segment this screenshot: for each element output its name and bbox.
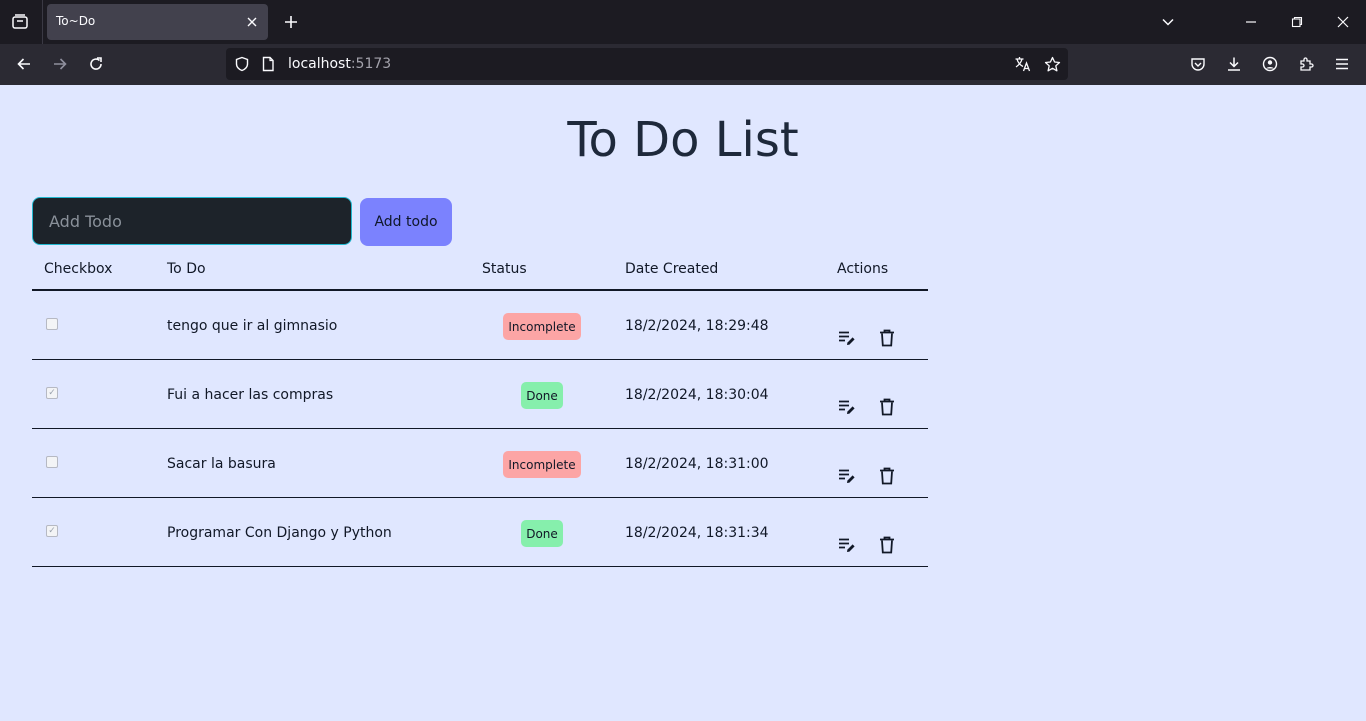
status-badge: Incomplete [503, 451, 581, 478]
table-row: tengo que ir al gimnasio Incomplete 18/2… [32, 291, 928, 360]
checkmark-icon: ✓ [48, 387, 56, 398]
page-info-icon[interactable] [258, 54, 278, 74]
edit-icon[interactable] [836, 465, 858, 487]
header-date-created: Date Created [625, 261, 719, 277]
url-text: localhost:5173 [288, 56, 391, 72]
todo-checkbox[interactable] [46, 318, 58, 330]
todo-text: Fui a hacer las compras [167, 387, 334, 403]
header-checkbox: Checkbox [44, 261, 113, 277]
status-badge: Done [521, 382, 563, 409]
tab-title: To~Do [56, 14, 96, 28]
menu-icon[interactable] [1328, 50, 1356, 78]
edit-icon[interactable] [836, 396, 858, 418]
add-todo-input[interactable] [32, 197, 352, 245]
minimize-icon[interactable] [1236, 7, 1266, 37]
browser-tab-bar: To~Do [0, 0, 1366, 44]
tab-overview-icon[interactable] [6, 8, 34, 36]
tab-close-icon[interactable] [242, 12, 262, 32]
date-created: 18/2/2024, 18:29:48 [625, 318, 769, 334]
todo-checkbox[interactable]: ✓ [46, 525, 58, 537]
url-port: :5173 [350, 56, 392, 72]
status-badge: Done [521, 520, 563, 547]
date-created: 18/2/2024, 18:31:34 [625, 525, 769, 541]
tab-bar-divider [42, 0, 43, 44]
trash-icon[interactable] [876, 396, 898, 418]
account-icon[interactable] [1256, 50, 1284, 78]
back-icon[interactable] [10, 50, 38, 78]
reload-icon[interactable] [82, 50, 110, 78]
page-title: To Do List [567, 112, 799, 168]
browser-nav-bar: localhost:5173 [0, 44, 1366, 85]
todo-text: Programar Con Django y Python [167, 525, 392, 541]
header-status: Status [482, 261, 527, 277]
table-row: ✓ Fui a hacer las compras Done 18/2/2024… [32, 360, 928, 429]
bookmark-star-icon[interactable] [1042, 54, 1062, 74]
trash-icon[interactable] [876, 465, 898, 487]
todo-text: tengo que ir al gimnasio [167, 318, 338, 334]
todo-checkbox[interactable] [46, 456, 58, 468]
extensions-icon[interactable] [1292, 50, 1320, 78]
edit-icon[interactable] [836, 534, 858, 556]
todo-checkbox[interactable]: ✓ [46, 387, 58, 399]
header-todo: To Do [167, 261, 206, 277]
todo-text: Sacar la basura [167, 456, 276, 472]
checkmark-icon: ✓ [48, 525, 56, 536]
trash-icon[interactable] [876, 327, 898, 349]
table-header: Checkbox To Do Status Date Created Actio… [32, 248, 928, 291]
table-row: Sacar la basura Incomplete 18/2/2024, 18… [32, 429, 928, 498]
date-created: 18/2/2024, 18:30:04 [625, 387, 769, 403]
new-tab-icon[interactable] [278, 9, 304, 35]
forward-icon[interactable] [46, 50, 74, 78]
browser-tab[interactable]: To~Do [47, 4, 268, 40]
pocket-icon[interactable] [1184, 50, 1212, 78]
restore-icon[interactable] [1282, 7, 1312, 37]
edit-icon[interactable] [836, 327, 858, 349]
table-row: ✓ Programar Con Django y Python Done 18/… [32, 498, 928, 567]
date-created: 18/2/2024, 18:31:00 [625, 456, 769, 472]
url-bar[interactable]: localhost:5173 [226, 48, 1068, 80]
url-host: localhost [288, 56, 351, 72]
header-actions: Actions [837, 261, 889, 277]
todo-table: Checkbox To Do Status Date Created Actio… [32, 248, 928, 567]
downloads-icon[interactable] [1220, 50, 1248, 78]
add-todo-button[interactable]: Add todo [360, 198, 452, 246]
shield-icon[interactable] [232, 54, 252, 74]
translate-icon[interactable] [1013, 54, 1033, 74]
trash-icon[interactable] [876, 534, 898, 556]
status-badge: Incomplete [503, 313, 581, 340]
list-all-tabs-icon[interactable] [1153, 7, 1183, 37]
window-close-icon[interactable] [1328, 7, 1358, 37]
